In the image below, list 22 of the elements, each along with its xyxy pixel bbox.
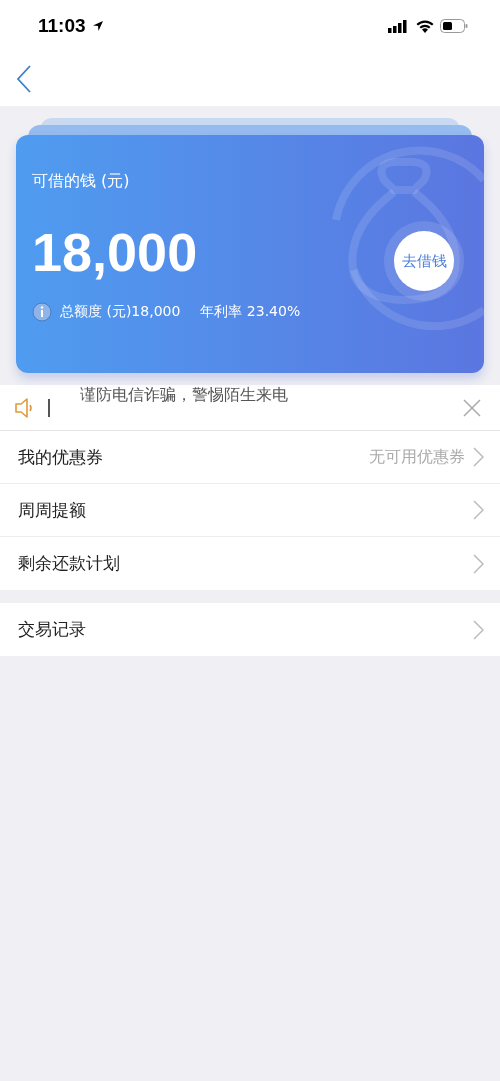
annual-rate: 年利率 23.40% (200, 303, 301, 321)
chevron-icon (473, 619, 484, 640)
info-icon (32, 302, 52, 322)
menu-row[interactable]: 周周提额 (0, 484, 500, 537)
close-icon[interactable] (462, 397, 482, 418)
borrow-button[interactable]: 去借钱 (394, 231, 454, 291)
menu-row[interactable]: 交易记录 (0, 603, 500, 656)
menu-row[interactable]: 剩余还款计划 (0, 537, 500, 590)
back-icon[interactable] (16, 65, 32, 93)
battery-icon (440, 19, 468, 33)
status-time: 11:03 (38, 15, 86, 37)
loan-amount: 18,000 (32, 222, 198, 282)
card-title: 可借的钱 (元) (32, 170, 131, 192)
menu-row[interactable]: 我的优惠券 无可用优惠券 (0, 431, 500, 484)
chevron-icon (473, 553, 484, 574)
notice-text: 谨防电信诈骗，警惕陌生来电 (80, 385, 288, 406)
wifi-icon (416, 19, 434, 33)
total-limit: 总额度 (元)18,000 (60, 303, 181, 321)
chevron-icon (473, 447, 484, 467)
signal-icon (388, 19, 410, 33)
location-arrow-icon (91, 20, 104, 32)
chevron-icon (473, 500, 484, 520)
